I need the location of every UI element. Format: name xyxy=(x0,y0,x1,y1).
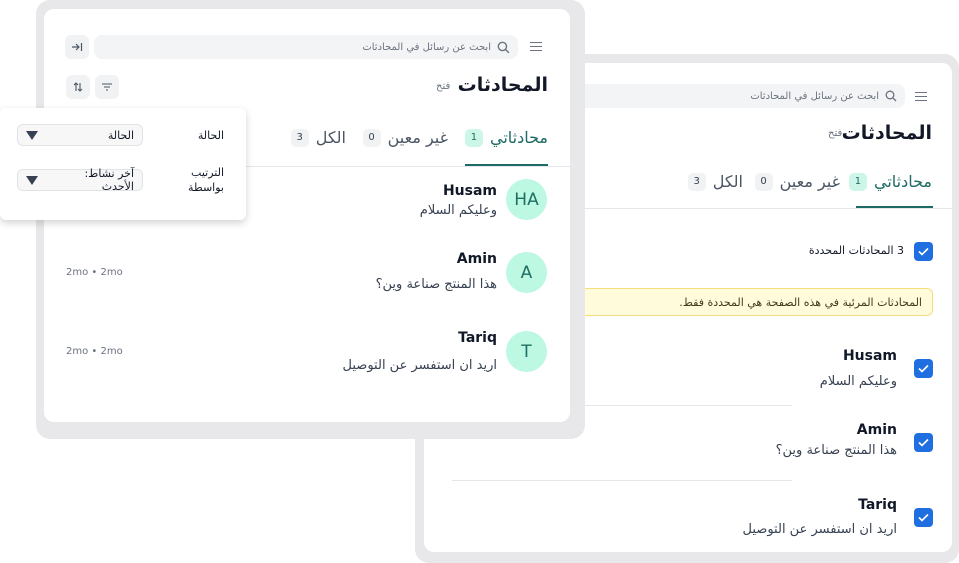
search-icon xyxy=(497,41,510,53)
tab-unassigned[interactable]: غير معين 0 xyxy=(754,172,840,191)
dropdown-arrow-icon xyxy=(26,175,38,185)
conversation-name[interactable]: Amin xyxy=(457,251,497,267)
status-filter-label[interactable]: فتح xyxy=(436,81,450,92)
status-filter-label[interactable]: فتح xyxy=(828,128,842,139)
check-icon xyxy=(918,513,929,522)
tab-all-count: 3 xyxy=(290,128,309,147)
tab-all-label: الكل xyxy=(315,128,346,147)
tab-mine-label: محادثاتي xyxy=(873,172,932,191)
search-input[interactable]: ابحث عن رسائل في المحادثات xyxy=(94,35,518,59)
tab-mine-label: محادثاتي xyxy=(489,128,548,147)
tab-unassigned-label: غير معين xyxy=(387,128,448,147)
conversation-preview: هذا المنتج صناعة وين؟ xyxy=(775,443,897,458)
row-checkbox-amin[interactable] xyxy=(914,433,933,452)
selection-notice: المحادثات المرئية في هذه الصفحة هي المحد… xyxy=(554,288,933,316)
collapse-sidebar-button[interactable] xyxy=(65,35,89,59)
tab-unassigned-label: غير معين xyxy=(779,172,840,191)
row-checkbox-husam[interactable] xyxy=(914,359,933,378)
tab-all-count: 3 xyxy=(687,172,706,191)
check-icon xyxy=(918,247,929,256)
conversation-preview: اريد ان استفسر عن التوصيل xyxy=(742,522,897,537)
sort-select-value: آخر نشاط: الأحدث xyxy=(84,167,134,193)
divider xyxy=(452,480,792,481)
status-select[interactable]: الحالة xyxy=(17,124,143,146)
tab-all-label: الكل xyxy=(712,172,743,191)
status-label: الحالة xyxy=(197,129,224,142)
search-placeholder: ابحث عن رسائل في المحادثات xyxy=(362,41,491,53)
check-icon xyxy=(918,364,929,373)
conversation-name[interactable]: Husam xyxy=(843,348,897,364)
conversation-preview: وعليكم السلام xyxy=(419,203,497,218)
avatar: A xyxy=(506,252,547,293)
menu-icon[interactable] xyxy=(530,42,542,52)
conversation-preview: اريد ان استفسر عن التوصيل xyxy=(342,358,497,373)
tab-mine-count: 1 xyxy=(464,128,483,147)
conversation-name[interactable]: Amin xyxy=(857,422,897,438)
conversation-name[interactable]: Tariq xyxy=(458,330,497,346)
collapse-icon xyxy=(72,43,83,51)
conversation-preview: وعليكم السلام xyxy=(819,374,897,389)
sort-button[interactable] xyxy=(66,75,90,99)
page-title: المحادثات xyxy=(457,74,548,96)
selection-count-label: 3 المحادثات المحددة xyxy=(808,244,904,257)
conversation-name[interactable]: Husam xyxy=(443,183,497,199)
search-placeholder: ابحث عن رسائل في المحادثات xyxy=(750,90,879,102)
status-select-value: الحالة xyxy=(107,128,134,142)
filter-icon xyxy=(102,83,112,91)
avatar: T xyxy=(506,331,547,372)
tab-mine-count: 1 xyxy=(848,172,867,191)
page-title: المحادثات xyxy=(841,122,932,144)
avatar: HA xyxy=(506,179,547,220)
menu-icon[interactable] xyxy=(915,92,927,102)
filter-popover: الحالة الحالة الترتيب بواسطة آخر نشاط: ا… xyxy=(0,108,246,220)
conversation-time: 2mo • 2mo xyxy=(66,267,123,278)
sort-icon xyxy=(73,82,83,92)
dropdown-arrow-icon xyxy=(26,130,38,140)
tab-mine[interactable]: محادثاتي 1 xyxy=(848,172,932,191)
search-icon xyxy=(885,90,897,102)
conversation-preview: هذا المنتج صناعة وين؟ xyxy=(375,277,497,292)
select-all-checkbox[interactable] xyxy=(914,242,933,261)
tab-unassigned[interactable]: غير معين 0 xyxy=(362,128,448,147)
tab-all[interactable]: الكل 3 xyxy=(290,128,346,147)
row-checkbox-tariq[interactable] xyxy=(914,508,933,527)
conversation-name[interactable]: Tariq xyxy=(858,497,897,513)
tab-all[interactable]: الكل 3 xyxy=(687,172,743,191)
tab-unassigned-count: 0 xyxy=(362,128,381,147)
search-input[interactable]: ابحث عن رسائل في المحادثات xyxy=(544,84,905,108)
tab-unassigned-count: 0 xyxy=(754,172,773,191)
sort-by-label: الترتيب بواسطة xyxy=(188,166,224,194)
tab-mine[interactable]: محادثاتي 1 xyxy=(464,128,548,147)
sort-select[interactable]: آخر نشاط: الأحدث xyxy=(17,167,143,193)
filter-button[interactable] xyxy=(95,75,119,99)
conversation-time: 2mo • 2mo xyxy=(66,346,123,357)
check-icon xyxy=(918,438,929,447)
